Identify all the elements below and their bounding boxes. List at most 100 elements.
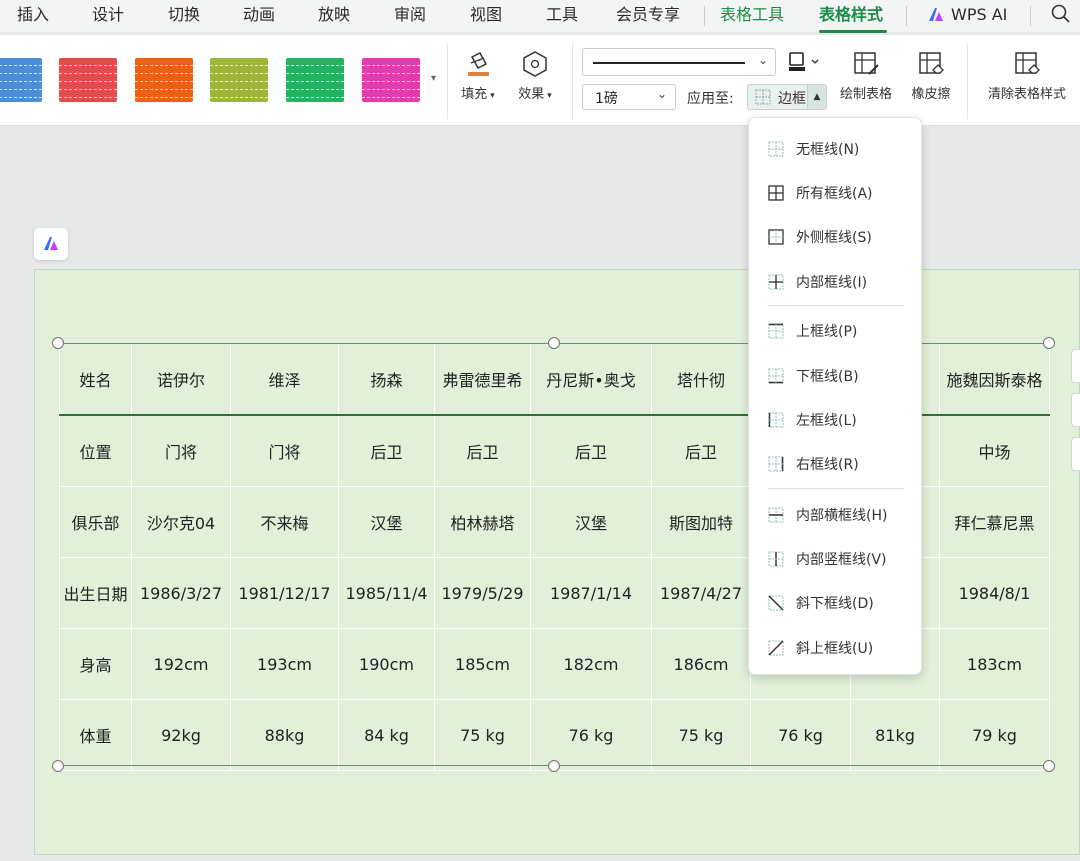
menu-table-style[interactable]: 表格样式 — [819, 3, 883, 27]
border-menu-item[interactable]: 斜下框线(D) — [749, 582, 921, 622]
table-cell[interactable]: 182cm — [530, 628, 652, 700]
border-menu-item[interactable]: 右框线(R) — [749, 443, 921, 483]
table-cell[interactable]: 维泽 — [230, 343, 339, 416]
table-cell[interactable]: 79 kg — [939, 699, 1050, 771]
effect-button[interactable]: 效果 ▾ — [511, 49, 559, 102]
table-cell[interactable]: 门将 — [131, 414, 231, 487]
border-menu-item[interactable]: 斜上框线(U) — [749, 627, 921, 667]
table-cell[interactable]: 76 kg — [750, 699, 851, 771]
menu-member[interactable]: 会员专享 — [616, 3, 680, 27]
border-menu-item[interactable]: 内部竖框线(V) — [749, 538, 921, 578]
table-cell[interactable]: 斯图加特 — [651, 486, 751, 558]
fill-button[interactable]: 填充 ▾ — [455, 49, 501, 102]
table-cell[interactable]: 1984/8/1 — [939, 557, 1050, 629]
table-cell[interactable]: 扬森 — [338, 343, 435, 416]
table-cell[interactable]: 1986/3/27 — [131, 557, 231, 629]
clear-table-style-button[interactable]: 清除表格样式 — [980, 49, 1074, 102]
border-menu-item[interactable]: 内部横框线(H) — [749, 494, 921, 534]
resize-handle-bottom[interactable] — [548, 760, 560, 772]
table-cell[interactable]: 后卫 — [530, 414, 652, 487]
border-menu-item[interactable]: 上框线(P) — [749, 310, 921, 350]
resize-handle-bottom-left[interactable] — [52, 760, 64, 772]
table-row-header-cell[interactable]: 身高 — [59, 628, 132, 700]
table-cell[interactable]: 1987/4/27 — [651, 557, 751, 629]
table-cell[interactable]: 汉堡 — [338, 486, 435, 558]
table-cell[interactable]: 190cm — [338, 628, 435, 700]
table-cell[interactable]: 1985/11/4 — [338, 557, 435, 629]
menu-table-tools[interactable]: 表格工具 — [720, 3, 784, 27]
wps-ai-float-button[interactable] — [34, 228, 68, 260]
border-menu-item[interactable]: 内部框线(I) — [749, 261, 921, 301]
menu-transition[interactable]: 切换 — [168, 3, 200, 27]
table-cell[interactable]: 施魏因斯泰格 — [939, 343, 1050, 416]
table-row-header-cell[interactable]: 俱乐部 — [59, 486, 132, 558]
search-icon[interactable] — [1050, 3, 1072, 25]
resize-handle-top[interactable] — [548, 337, 560, 349]
resize-handle-bottom-right[interactable] — [1043, 760, 1055, 772]
border-menu-item[interactable]: 下框线(B) — [749, 355, 921, 395]
table-cell[interactable]: 汉堡 — [530, 486, 652, 558]
border-dropdown-button[interactable]: 边框 ▲ — [747, 84, 827, 110]
table-row-header-cell[interactable]: 姓名 — [59, 343, 132, 416]
table-cell[interactable]: 弗雷德里希 — [434, 343, 531, 416]
table-cell[interactable]: 92kg — [131, 699, 231, 771]
table-cell[interactable]: 183cm — [939, 628, 1050, 700]
menu-view[interactable]: 视图 — [470, 3, 502, 27]
table-cell[interactable]: 75 kg — [434, 699, 531, 771]
line-style-select[interactable]: ⌄ — [582, 48, 776, 76]
table-cell[interactable]: 后卫 — [434, 414, 531, 487]
table-cell[interactable]: 1987/1/14 — [530, 557, 652, 629]
menu-insert[interactable]: 插入 — [17, 3, 49, 27]
border-menu-item[interactable]: 外侧框线(S) — [749, 216, 921, 256]
table-cell[interactable]: 后卫 — [651, 414, 751, 487]
table-style-swatch[interactable] — [0, 58, 42, 102]
menu-review[interactable]: 审阅 — [394, 3, 426, 27]
table-cell[interactable]: 拜仁慕尼黑 — [939, 486, 1050, 558]
table-cell[interactable]: 185cm — [434, 628, 531, 700]
menu-tools[interactable]: 工具 — [546, 3, 578, 27]
table-cell[interactable]: 门将 — [230, 414, 339, 487]
table-row-header-cell[interactable]: 位置 — [59, 414, 132, 487]
eraser-button[interactable]: 橡皮擦 — [906, 49, 956, 102]
resize-handle-top-left[interactable] — [52, 337, 64, 349]
table-style-swatch[interactable] — [135, 58, 193, 102]
menu-wps-ai[interactable]: WPS AI — [951, 3, 1007, 27]
table-cell[interactable]: 塔什彻 — [651, 343, 751, 416]
menu-slideshow[interactable]: 放映 — [318, 3, 350, 27]
table-cell[interactable]: 丹尼斯•奥戈 — [530, 343, 652, 416]
border-menu-item[interactable]: 左框线(L) — [749, 399, 921, 439]
menu-design[interactable]: 设计 — [92, 3, 124, 27]
table-cell[interactable]: 76 kg — [530, 699, 652, 771]
float-tool-layout[interactable] — [1071, 393, 1080, 427]
table-cell[interactable]: 192cm — [131, 628, 231, 700]
border-menu-item[interactable]: 无框线(N) — [749, 128, 921, 168]
table-cell[interactable]: 186cm — [651, 628, 751, 700]
table-style-swatch[interactable] — [286, 58, 344, 102]
resize-handle-top-right[interactable] — [1043, 337, 1055, 349]
float-tool-more[interactable] — [1071, 437, 1080, 471]
border-menu-item[interactable]: 所有框线(A) — [749, 172, 921, 212]
table-cell[interactable]: 193cm — [230, 628, 339, 700]
table-row-header-cell[interactable]: 出生日期 — [59, 557, 132, 629]
gallery-more-icon[interactable]: ▾ — [431, 73, 436, 84]
table-style-swatch[interactable] — [59, 58, 117, 102]
table-cell[interactable]: 不来梅 — [230, 486, 339, 558]
table-cell[interactable]: 88kg — [230, 699, 339, 771]
table-row-header-cell[interactable]: 体重 — [59, 699, 132, 771]
pen-color-button[interactable] — [786, 47, 826, 77]
table-style-swatch[interactable] — [210, 58, 268, 102]
line-weight-select[interactable]: 1磅 ⌄ — [582, 84, 676, 110]
chevron-up-icon[interactable]: ▲ — [807, 85, 826, 109]
table-cell[interactable]: 84 kg — [338, 699, 435, 771]
table-cell[interactable]: 1981/12/17 — [230, 557, 339, 629]
table-cell[interactable]: 柏林赫塔 — [434, 486, 531, 558]
table-cell[interactable]: 75 kg — [651, 699, 751, 771]
draw-table-button[interactable]: 绘制表格 — [835, 49, 897, 102]
float-tool-style[interactable] — [1071, 349, 1080, 383]
table-cell[interactable]: 中场 — [939, 414, 1050, 487]
table-cell[interactable]: 沙尔克04 — [131, 486, 231, 558]
table-cell[interactable]: 后卫 — [338, 414, 435, 487]
table-cell[interactable]: 1979/5/29 — [434, 557, 531, 629]
table-cell[interactable]: 诺伊尔 — [131, 343, 231, 416]
menu-animation[interactable]: 动画 — [243, 3, 275, 27]
